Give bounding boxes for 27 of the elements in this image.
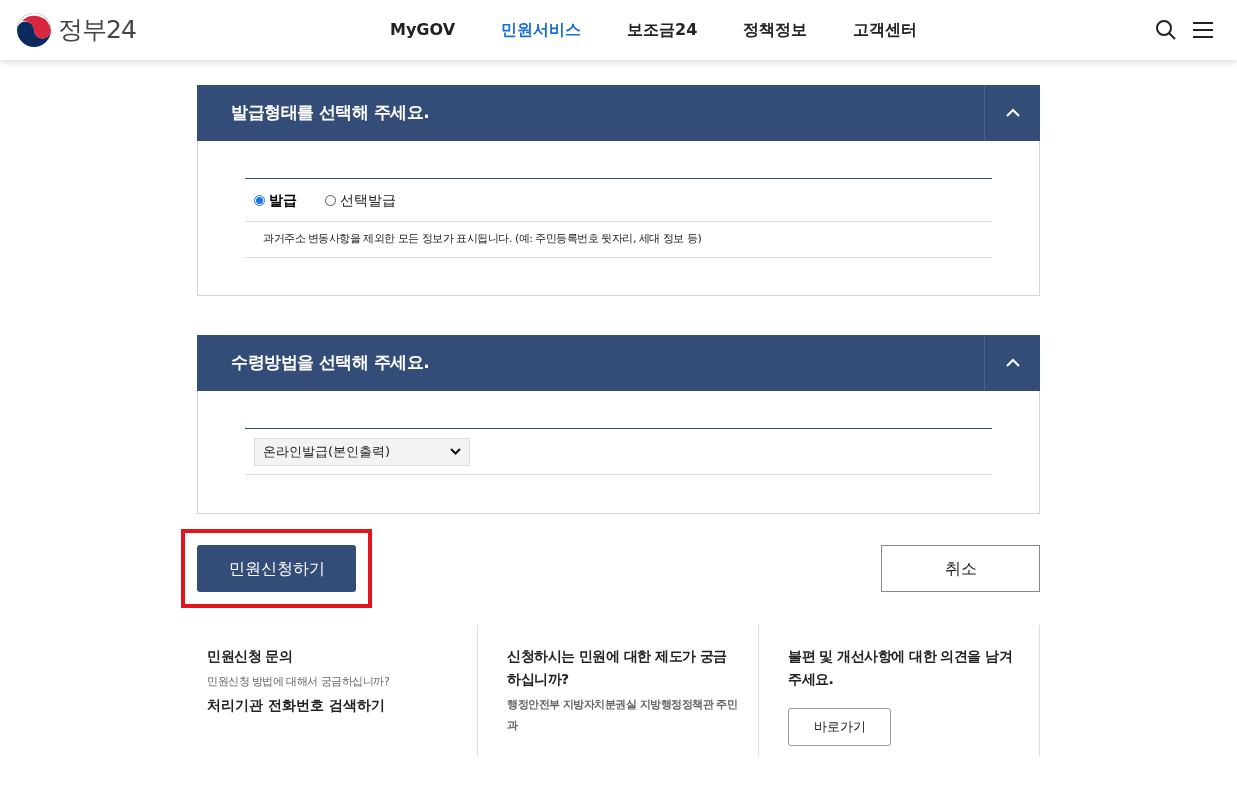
radio-option[interactable]: 선택발급: [325, 189, 396, 211]
footer-title: 불편 및 개선사항에 대한 의견을 남겨주세요.: [788, 647, 1014, 689]
nav-link[interactable]: 고객센터: [853, 18, 918, 42]
menu-icon[interactable]: [1193, 21, 1213, 39]
footer-subtitle: 민원신청 방법에 대해서 궁금하십니까?: [207, 674, 391, 690]
chevron-up-icon: [1004, 358, 1021, 368]
footer-subtitle: 행정안전부 지방자치분권실 지방행정정책관 주민과: [507, 697, 738, 734]
radio-option[interactable]: 발급: [254, 189, 297, 211]
nav-link[interactable]: 보조금24: [627, 18, 698, 42]
note-text: 과거주소 변동사항을 제외한 모든 정보가 표시됩니다. (예: 주민등록번호 뒷자리, 세대 정보 등): [263, 231, 702, 248]
shortcut-button[interactable]: 바로가기: [788, 708, 891, 746]
footer-title: 신청하시는 민원에 대한 제도가 궁금하십니까?: [507, 647, 728, 689]
chevron-up-icon: [1004, 108, 1021, 118]
nav-link[interactable]: 민원서비스: [501, 18, 582, 42]
logo-text[interactable]: 정부24: [58, 11, 136, 49]
nav-link[interactable]: MyGOV: [390, 18, 456, 42]
cancel-button[interactable]: 취소: [881, 545, 1040, 592]
section-title: 수령방법을 선택해 주세요.: [230, 351, 431, 375]
search-icon[interactable]: [1155, 19, 1177, 41]
footer-link[interactable]: 처리기관 전화번호 검색하기: [207, 695, 457, 716]
section-title: 발급형태를 선택해 주세요.: [230, 101, 431, 125]
chevron-down-icon: [450, 448, 461, 455]
taegeuk-logo-icon: [16, 12, 52, 48]
nav-link[interactable]: 정책정보: [743, 18, 808, 42]
footer-title: 민원신청 문의: [207, 647, 294, 666]
select-field[interactable]: 온라인발급(본인출력): [254, 437, 470, 466]
submit-button[interactable]: 민원신청하기: [197, 545, 356, 592]
